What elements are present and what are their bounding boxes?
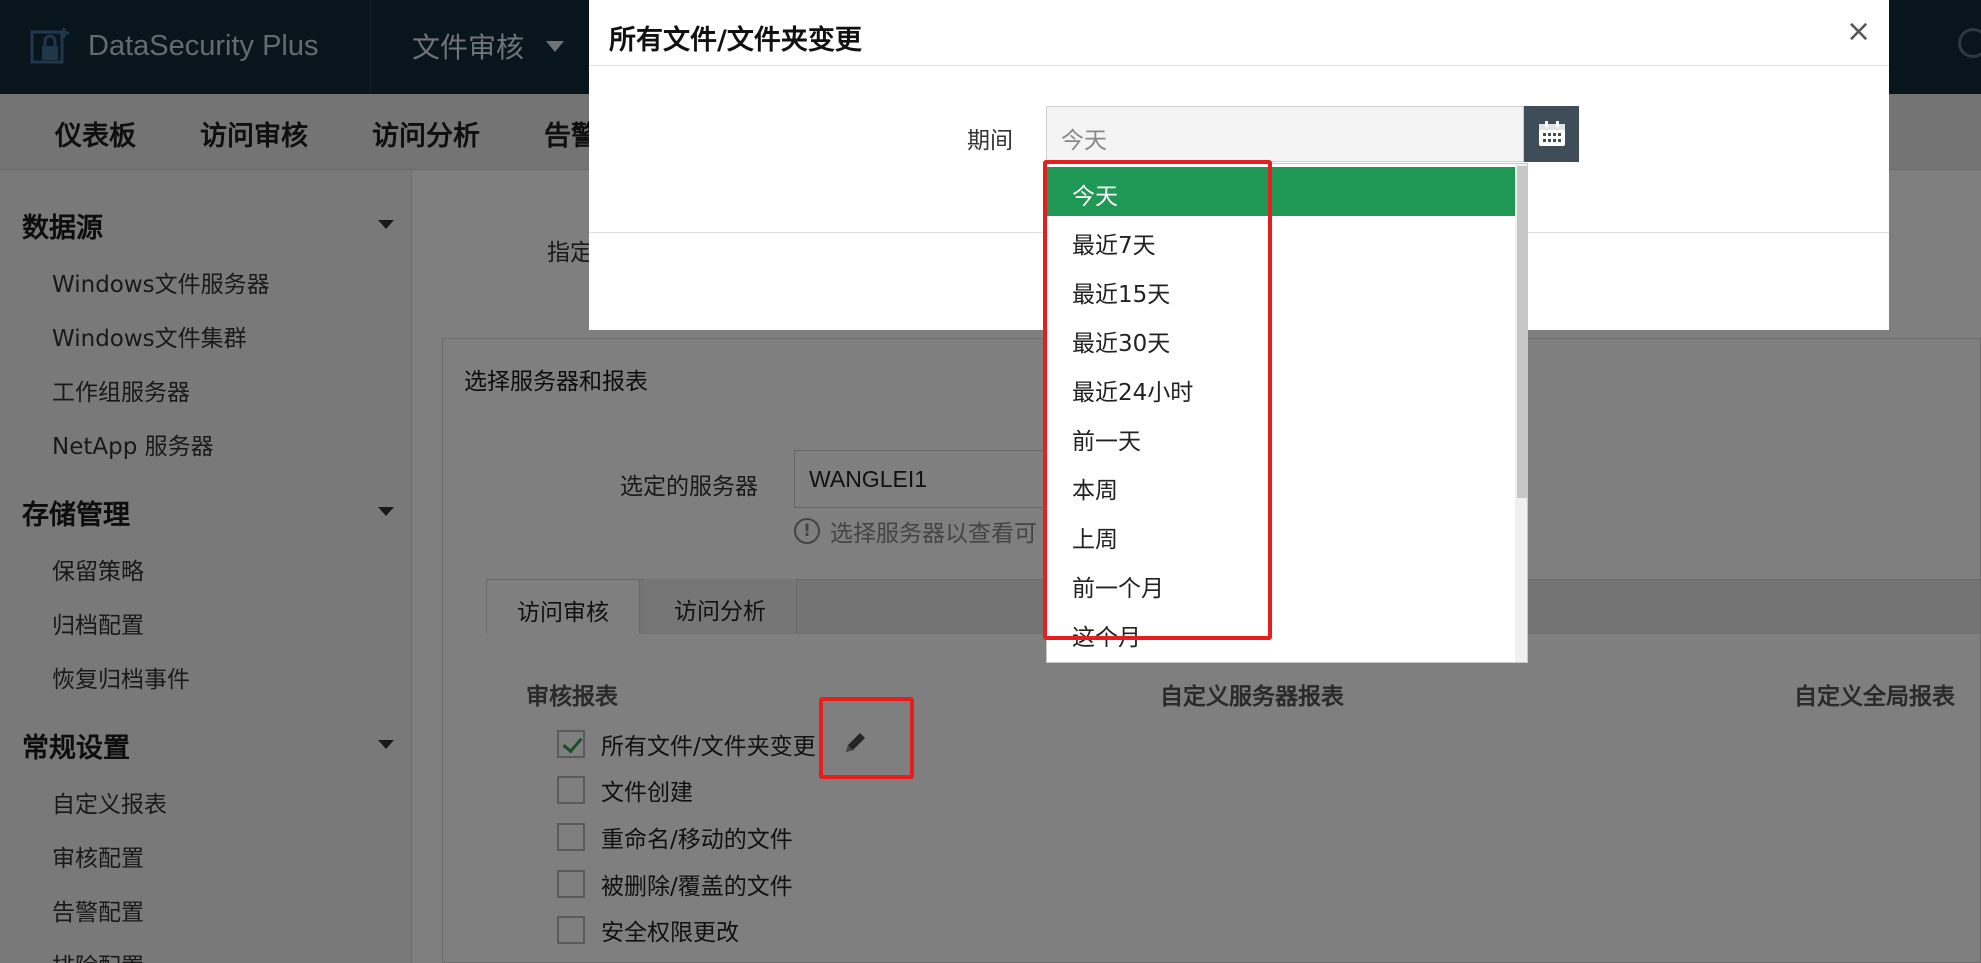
modal-title: 所有文件/文件夹变更 bbox=[609, 25, 862, 56]
period-label: 期间 bbox=[967, 128, 1013, 154]
close-icon[interactable]: × bbox=[1846, 14, 1871, 49]
highlight-box-period-options bbox=[1043, 160, 1272, 640]
highlight-box-edit-icon bbox=[819, 697, 914, 779]
dropdown-scrollbar[interactable] bbox=[1515, 164, 1527, 662]
modal-header: 所有文件/文件夹变更 × bbox=[589, 0, 1889, 66]
period-input[interactable]: 今天 bbox=[1046, 106, 1524, 162]
calendar-button[interactable] bbox=[1524, 106, 1579, 162]
scrollbar-thumb[interactable] bbox=[1517, 166, 1527, 498]
calendar-icon bbox=[1538, 121, 1565, 146]
